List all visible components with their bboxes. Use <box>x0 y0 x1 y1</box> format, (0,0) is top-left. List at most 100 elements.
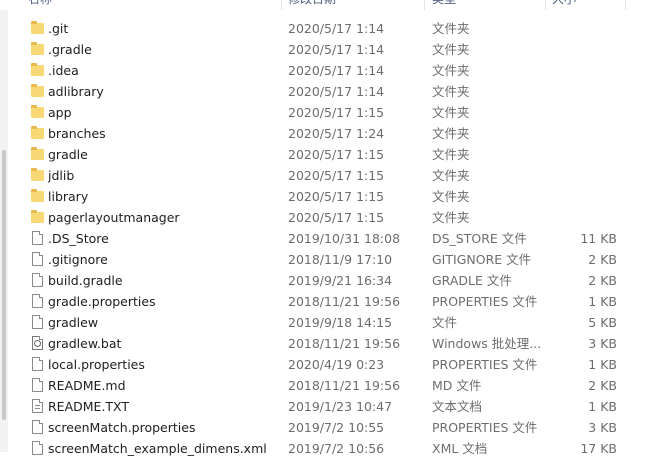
file-size: 2 KB <box>588 252 617 267</box>
file-type: PROPERTIES 文件 <box>432 294 538 309</box>
file-row[interactable]: gradle.properties 2018/11/21 19:56 PROPERT… <box>0 291 653 312</box>
file-name: .gitignore <box>48 252 108 267</box>
file-date: 2020/4/19 0:23 <box>288 357 385 372</box>
file-name: screenMatch.properties <box>48 420 196 435</box>
file-icon <box>32 315 43 329</box>
file-date: 2020/5/17 1:15 <box>288 189 385 204</box>
file-row[interactable]: README.md 2018/11/21 19:56 MD 文件 2 KB <box>0 375 653 396</box>
file-date: 2018/11/21 19:56 <box>288 294 401 309</box>
file-date: 2020/5/17 1:15 <box>288 105 385 120</box>
file-row[interactable]: screenMatch.properties 2019/7/2 10:55 PROP… <box>0 417 653 438</box>
file-row[interactable]: .gitignore 2018/11/9 17:10 GITIGNORE 文件 2 K… <box>0 249 653 270</box>
file-icon <box>32 378 43 392</box>
file-row[interactable]: gradle 2020/5/17 1:15 文件夹 <box>0 144 653 165</box>
file-size: 11 KB <box>580 231 617 246</box>
column-divider[interactable] <box>545 0 546 10</box>
file-size: 3 KB <box>588 336 617 351</box>
folder-icon <box>31 105 44 118</box>
column-divider[interactable] <box>424 0 425 10</box>
file-size: 17 KB <box>580 441 617 456</box>
file-name: .idea <box>48 63 79 78</box>
file-date: 2020/5/17 1:14 <box>288 63 385 78</box>
file-type: 文件夹 <box>432 105 470 120</box>
folder-icon <box>31 126 44 139</box>
file-date: 2019/9/21 16:34 <box>288 273 393 288</box>
file-name: screenMatch_example_dimens.xml <box>48 441 267 456</box>
file-icon <box>32 294 43 308</box>
file-date: 2020/5/17 1:15 <box>288 147 385 162</box>
column-header-name[interactable]: 名称 <box>28 0 278 10</box>
file-name: branches <box>48 126 106 141</box>
file-date: 2020/5/17 1:14 <box>288 42 385 57</box>
file-row[interactable]: README.TXT 2019/1/23 10:47 文本文档 1 KB <box>0 396 653 417</box>
file-name: gradle.properties <box>48 294 156 309</box>
file-row[interactable]: local.properties 2020/4/19 0:23 PROPERTIES… <box>0 354 653 375</box>
file-row[interactable]: screenMatch_example_dimens.xml 2019/7/2 1… <box>0 438 653 459</box>
file-size: 1 KB <box>588 294 617 309</box>
text-file-icon <box>32 399 43 413</box>
file-type: 文本文档 <box>432 399 483 414</box>
column-divider[interactable] <box>625 0 626 10</box>
file-row[interactable]: gradlew.bat 2018/11/21 19:56 Windows 批处理..… <box>0 333 653 354</box>
file-row[interactable]: app 2020/5/17 1:15 文件夹 <box>0 102 653 123</box>
file-type: XML 文档 <box>432 441 488 456</box>
file-name: jdlib <box>48 168 75 183</box>
file-row[interactable]: .git 2020/5/17 1:14 文件夹 <box>0 18 653 39</box>
file-date: 2019/1/23 10:47 <box>288 399 393 414</box>
file-type: 文件夹 <box>432 42 470 57</box>
file-row[interactable]: library 2020/5/17 1:15 文件夹 <box>0 186 653 207</box>
file-icon <box>32 420 43 434</box>
file-type: MD 文件 <box>432 378 482 393</box>
file-row[interactable]: jdlib 2020/5/17 1:15 文件夹 <box>0 165 653 186</box>
file-name: gradle <box>48 147 88 162</box>
file-name: .gradle <box>48 42 92 57</box>
folder-icon <box>31 168 44 181</box>
file-date: 2019/10/31 18:08 <box>288 231 401 246</box>
file-row[interactable]: .idea 2020/5/17 1:14 文件夹 <box>0 60 653 81</box>
file-row[interactable]: adlibrary 2020/5/17 1:14 文件夹 <box>0 81 653 102</box>
file-date: 2019/9/18 14:15 <box>288 315 393 330</box>
text-line <box>35 405 40 406</box>
file-row[interactable]: gradlew 2019/9/18 14:15 文件 5 KB <box>0 312 653 333</box>
file-type: GITIGNORE 文件 <box>432 252 532 267</box>
column-header-size[interactable]: 大小 <box>552 0 622 10</box>
file-icon <box>32 441 43 455</box>
file-name: adlibrary <box>48 84 104 99</box>
file-size: 2 KB <box>588 273 617 288</box>
column-header: 名称 修改日期 类型 大小 <box>0 0 653 10</box>
file-date: 2020/5/17 1:15 <box>288 168 385 183</box>
file-date: 2018/11/21 19:56 <box>288 378 401 393</box>
file-name: .git <box>48 21 69 36</box>
column-header-type[interactable]: 类型 <box>432 0 542 10</box>
file-size: 2 KB <box>588 378 617 393</box>
folder-icon <box>31 42 44 55</box>
file-list: .git 2020/5/17 1:14 文件夹 .gradle 2020/5/17 1… <box>0 18 653 459</box>
file-type: 文件夹 <box>432 168 470 183</box>
column-header-date[interactable]: 修改日期 <box>288 0 418 10</box>
file-size: 5 KB <box>588 315 617 330</box>
file-row[interactable]: .DS_Store 2019/10/31 18:08 DS_STORE 文件 11 K… <box>0 228 653 249</box>
folder-icon <box>31 189 44 202</box>
file-row[interactable]: branches 2020/5/17 1:24 文件夹 <box>0 123 653 144</box>
file-name: gradlew.bat <box>48 336 122 351</box>
column-divider[interactable] <box>281 0 282 10</box>
file-type: 文件 <box>432 315 458 330</box>
file-name: pagerlayoutmanager <box>48 210 180 225</box>
folder-icon <box>31 63 44 76</box>
file-name: library <box>48 189 89 204</box>
file-date: 2020/5/17 1:14 <box>288 84 385 99</box>
file-type: Windows 批处理... <box>432 336 542 351</box>
file-row[interactable]: .gradle 2020/5/17 1:14 文件夹 <box>0 39 653 60</box>
file-type: PROPERTIES 文件 <box>432 357 538 372</box>
file-type: PROPERTIES 文件 <box>432 420 538 435</box>
file-name: .DS_Store <box>48 231 109 246</box>
gear-icon <box>34 340 41 347</box>
file-row[interactable]: pagerlayoutmanager 2020/5/17 1:15 文件夹 <box>0 207 653 228</box>
file-row[interactable]: build.gradle 2019/9/21 16:34 GRADLE 文件 2 KB <box>0 270 653 291</box>
folder-icon <box>31 84 44 97</box>
file-type: GRADLE 文件 <box>432 273 512 288</box>
folder-icon <box>31 210 44 223</box>
file-date: 2018/11/21 19:56 <box>288 336 401 351</box>
file-icon <box>32 357 43 371</box>
file-date: 2019/7/2 10:56 <box>288 441 385 456</box>
